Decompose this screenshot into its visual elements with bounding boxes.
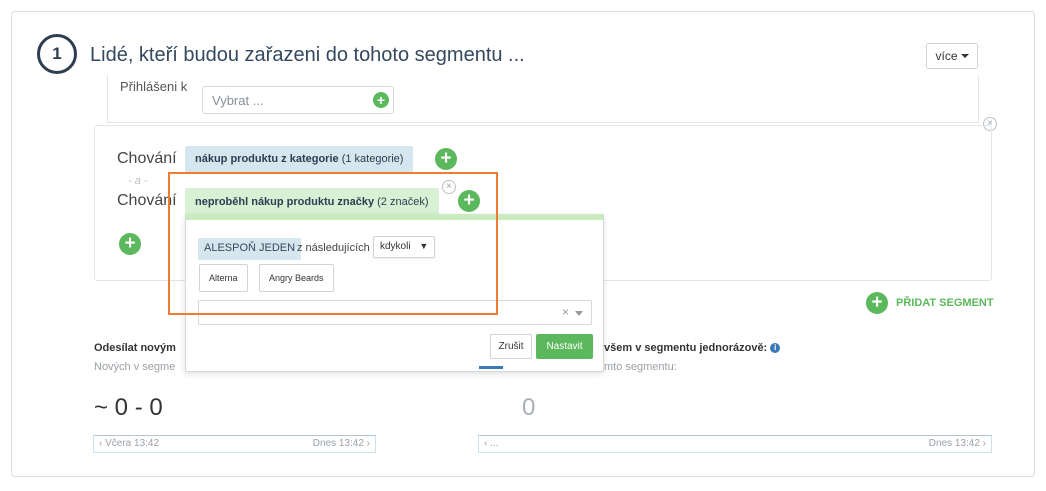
behavior-row2-tag-count: (2 značek) <box>377 196 429 208</box>
send-new-range[interactable]: ‹ Včera 13:42 Dnes 13:42 › <box>93 435 376 453</box>
send-all-label: všem v segmentu jednorázově: i <box>604 342 781 354</box>
send-all-range-end: Dnes 13:42 › <box>928 438 986 449</box>
quantifier-pill[interactable]: ALESPOŇ JEDEN <box>198 238 302 260</box>
send-new-sub: Nových v segme <box>94 361 176 373</box>
send-new-range-start: ‹ Včera 13:42 <box>99 438 160 449</box>
add-segment-label: PŘIDAT SEGMENT <box>896 297 994 309</box>
send-all-count: 0 <box>522 394 536 421</box>
behavior-row1-tag-bold: nákup produktu z kategorie <box>195 153 339 165</box>
dropdown-arrow-icon: ▼ <box>419 241 429 251</box>
brand-chip-alterna[interactable]: Alterna <box>199 264 248 292</box>
remove-tag-close-icon[interactable]: × <box>442 180 456 194</box>
send-all-sub: mto segmentu: <box>604 361 677 373</box>
send-all-range[interactable]: ‹ ... Dnes 13:42 › <box>478 435 992 453</box>
login-label: Přihlášeni k <box>120 79 188 94</box>
behavior-row2-label: Chování <box>117 192 177 209</box>
time-select[interactable]: kdykoli ▼ <box>373 236 436 258</box>
add-behavior-row2-plus-icon[interactable]: + <box>458 190 480 212</box>
send-all-mark <box>479 366 503 369</box>
clear-icon[interactable]: × <box>562 305 569 319</box>
time-select-value: kdykoli <box>380 241 411 252</box>
send-new-count: ~ 0 - 0 <box>94 394 163 421</box>
add-behavior-row1-plus-icon[interactable]: + <box>435 148 457 170</box>
brand-search-select[interactable]: × <box>198 300 592 325</box>
behavior-row2-tag[interactable]: neproběhl nákup produktu značky (2 znače… <box>185 188 439 216</box>
behavior-row1-tag-count: (1 kategorie) <box>341 153 404 165</box>
login-select[interactable]: Vybrat ... <box>202 86 394 114</box>
and-separator: - a - <box>128 175 148 187</box>
set-button[interactable]: Nastavit <box>536 334 593 359</box>
more-dropdown-button[interactable]: více <box>926 43 978 69</box>
cancel-button[interactable]: Zrušit <box>490 334 532 359</box>
behavior-row1-label: Chování <box>117 150 177 167</box>
send-new-range-end: Dnes 13:42 › <box>312 438 370 449</box>
send-all-label-text: všem v segmentu jednorázově: <box>604 342 768 354</box>
more-label: více <box>935 49 958 63</box>
step-number-badge: 1 <box>37 34 77 74</box>
behavior-row2-tag-bold: neproběhl nákup produktu značky <box>195 196 375 208</box>
behavior-row1-tag[interactable]: nákup produktu z kategorie (1 kategorie) <box>185 146 414 172</box>
add-segment-plus-icon: + <box>866 292 888 314</box>
add-login-plus-icon[interactable]: + <box>373 92 389 108</box>
add-segment-button[interactable]: + PŘIDAT SEGMENT <box>866 292 994 314</box>
send-new-label: Odesílat novým <box>94 342 176 354</box>
from-following-text: z následujících <box>297 242 370 254</box>
login-select-placeholder: Vybrat ... <box>212 93 264 108</box>
add-behavior-plus-icon[interactable]: + <box>119 233 141 255</box>
info-icon[interactable]: i <box>770 343 781 354</box>
brand-chip-angry-beards[interactable]: Angry Beards <box>259 264 334 292</box>
segment-title: Lidé, kteří budou zařazeni do tohoto seg… <box>90 44 525 66</box>
send-all-range-start: ‹ ... <box>484 438 499 449</box>
caret-down-icon <box>960 54 969 58</box>
chevron-down-icon[interactable] <box>575 311 583 316</box>
